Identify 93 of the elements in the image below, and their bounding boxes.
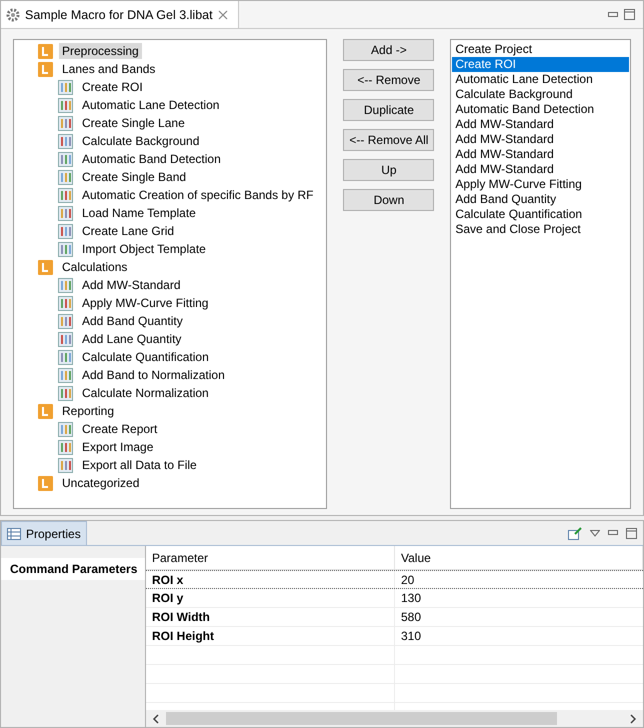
maximize-icon[interactable] bbox=[626, 528, 637, 538]
scroll-left-icon[interactable] bbox=[152, 714, 160, 724]
tree-item[interactable]: Lanes and Bands bbox=[59, 61, 158, 77]
tree-item[interactable]: Reporting bbox=[59, 403, 118, 419]
minimize-icon[interactable] bbox=[608, 12, 618, 18]
close-icon[interactable] bbox=[218, 10, 228, 20]
command-icon bbox=[58, 80, 73, 94]
category-icon bbox=[38, 404, 53, 418]
command-icon bbox=[58, 422, 73, 436]
maximize-icon[interactable] bbox=[624, 9, 635, 20]
command-icon bbox=[58, 368, 73, 382]
command-icon bbox=[58, 278, 73, 292]
tree-item[interactable]: Add MW-Standard bbox=[79, 277, 184, 293]
tree-item[interactable]: Create Report bbox=[79, 421, 160, 437]
tree-item[interactable]: Automatic Lane Detection bbox=[79, 97, 222, 113]
table-icon bbox=[7, 528, 21, 540]
category-icon bbox=[38, 62, 53, 76]
command-icon bbox=[58, 116, 73, 130]
action-button[interactable]: Up bbox=[343, 159, 434, 181]
tree-item[interactable]: Create Lane Grid bbox=[79, 223, 178, 239]
tree-item[interactable]: Automatic Creation of specific Bands by RF bbox=[79, 187, 316, 203]
action-button[interactable]: Add -> bbox=[343, 39, 434, 61]
parameter-cell: ROI x bbox=[146, 571, 395, 588]
gear-icon bbox=[6, 8, 20, 22]
tree-item[interactable]: Automatic Band Detection bbox=[79, 151, 224, 167]
tree-item[interactable]: Export all Data to File bbox=[79, 457, 200, 473]
list-item[interactable]: Add MW-Standard bbox=[452, 132, 630, 147]
value-cell-text: 310 bbox=[400, 628, 422, 645]
tree-item[interactable]: Create Single Band bbox=[79, 169, 190, 185]
list-item[interactable]: Create Project bbox=[452, 42, 630, 57]
value-cell-text: 130 bbox=[400, 590, 422, 607]
list-item[interactable]: Create ROI bbox=[452, 57, 630, 72]
tree-item[interactable]: Calculations bbox=[59, 259, 130, 275]
action-button[interactable]: Duplicate bbox=[343, 99, 434, 121]
scrollbar-thumb[interactable] bbox=[166, 712, 557, 725]
list-item[interactable]: Add Band Quantity bbox=[452, 192, 630, 207]
list-item[interactable]: Calculate Background bbox=[452, 87, 630, 102]
command-icon bbox=[58, 152, 73, 166]
dropdown-icon[interactable] bbox=[590, 530, 600, 536]
action-button[interactable]: <-- Remove All bbox=[343, 129, 434, 151]
command-icon bbox=[58, 188, 73, 202]
list-item[interactable]: Add MW-Standard bbox=[452, 117, 630, 132]
command-icon bbox=[58, 386, 73, 400]
scroll-right-icon[interactable] bbox=[629, 714, 637, 724]
list-item[interactable]: Save and Close Project bbox=[452, 222, 630, 237]
tree-item[interactable]: Export Image bbox=[79, 439, 156, 455]
parameter-cell: ROI Height bbox=[146, 627, 395, 645]
action-button[interactable]: <-- Remove bbox=[343, 69, 434, 91]
command-icon bbox=[58, 170, 73, 184]
command-icon bbox=[58, 350, 73, 364]
list-item[interactable]: Automatic Lane Detection bbox=[452, 72, 630, 87]
list-item[interactable]: Add MW-Standard bbox=[452, 147, 630, 162]
tree-item[interactable]: Preprocessing bbox=[59, 43, 142, 59]
command-icon bbox=[58, 296, 73, 310]
command-icon bbox=[58, 206, 73, 220]
list-item[interactable]: Apply MW-Curve Fitting bbox=[452, 177, 630, 192]
command-icon bbox=[58, 440, 73, 454]
category-icon bbox=[38, 260, 53, 274]
tree-item[interactable]: Import Object Template bbox=[79, 241, 209, 257]
command-icon bbox=[58, 134, 73, 148]
action-button[interactable]: Down bbox=[343, 189, 434, 211]
tree-item[interactable]: Calculate Quantification bbox=[79, 349, 212, 365]
tree-item[interactable]: Calculate Background bbox=[79, 133, 202, 149]
tree-item[interactable]: Create Single Lane bbox=[79, 115, 188, 131]
list-item[interactable]: Add MW-Standard bbox=[452, 162, 630, 177]
parameter-cell: ROI y bbox=[146, 589, 395, 607]
minimize-icon[interactable] bbox=[608, 530, 618, 536]
command-icon bbox=[58, 332, 73, 346]
command-icon bbox=[58, 314, 73, 328]
side-tab[interactable]: Command Parameters bbox=[1, 558, 145, 580]
command-icon bbox=[58, 242, 73, 256]
table-row[interactable]: ROI x 20 bbox=[146, 570, 643, 589]
tree-item[interactable]: Create ROI bbox=[79, 79, 146, 95]
tree-item[interactable]: Load Name Template bbox=[79, 205, 199, 221]
properties-tab[interactable]: Properties bbox=[1, 521, 87, 545]
tree-item[interactable]: Add Band to Normalization bbox=[79, 367, 228, 383]
command-icon bbox=[58, 458, 73, 472]
command-icon bbox=[58, 224, 73, 238]
list-item[interactable]: Automatic Band Detection bbox=[452, 102, 630, 117]
value-cell-text: 580 bbox=[400, 609, 422, 626]
list-item[interactable]: Calculate Quantification bbox=[452, 207, 630, 222]
parameter-cell: ROI Width bbox=[146, 608, 395, 626]
pin-icon[interactable] bbox=[568, 526, 582, 540]
category-icon bbox=[38, 476, 53, 490]
tree-item[interactable]: Uncategorized bbox=[59, 475, 142, 491]
tree-item[interactable]: Apply MW-Curve Fitting bbox=[79, 295, 212, 311]
category-icon bbox=[38, 44, 53, 58]
value-cell-text: 20 bbox=[400, 572, 416, 588]
editor-tab[interactable]: Sample Macro for DNA Gel 3.libat bbox=[1, 1, 239, 28]
command-icon bbox=[58, 98, 73, 112]
tree-item[interactable]: Calculate Normalization bbox=[79, 385, 212, 401]
tree-item[interactable]: Add Band Quantity bbox=[79, 313, 186, 329]
tree-item[interactable]: Add Lane Quantity bbox=[79, 331, 184, 347]
